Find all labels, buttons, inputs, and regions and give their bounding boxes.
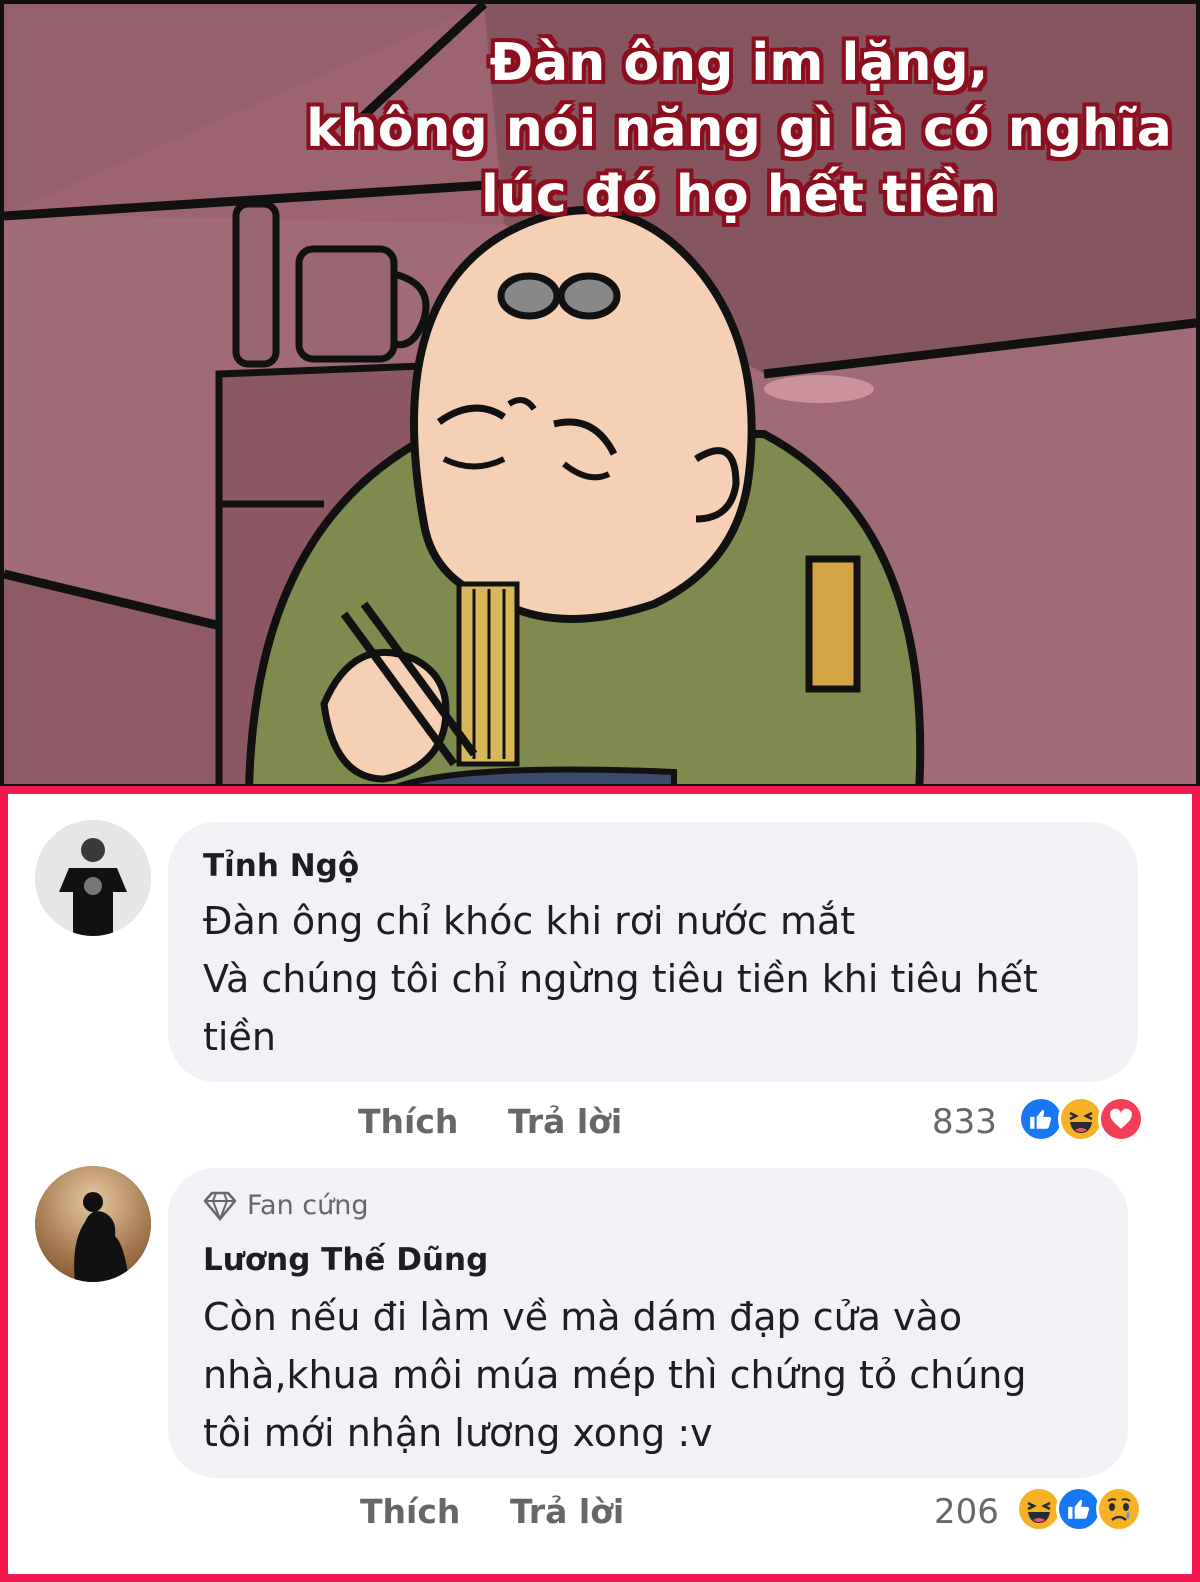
reply-button[interactable]: Trả lời bbox=[508, 1102, 622, 1141]
caption-line: không nói năng gì là có nghĩa bbox=[306, 99, 1172, 159]
caption-line: lúc đó họ hết tiền bbox=[481, 165, 997, 225]
top-fan-badge: Fan cứng bbox=[203, 1190, 369, 1221]
avatar[interactable] bbox=[35, 1166, 151, 1282]
badge-label: Fan cứng bbox=[247, 1190, 369, 1221]
comment-line: Đàn ông chỉ khóc khi rơi nước mắt bbox=[203, 899, 856, 943]
meme-caption: Đàn ông im lặng, không nói năng gì là có… bbox=[294, 30, 1184, 228]
love-icon bbox=[1098, 1096, 1144, 1142]
comments-section: Tỉnh Ngộ Đàn ông chỉ khóc khi rơi nước m… bbox=[0, 786, 1200, 1582]
meme-image: Đàn ông im lặng, không nói năng gì là có… bbox=[0, 0, 1200, 788]
reaction-summary[interactable] bbox=[1016, 1486, 1142, 1532]
reaction-count[interactable]: 206 bbox=[934, 1492, 999, 1532]
comment-author[interactable]: Lương Thế Dũng bbox=[203, 1242, 488, 1278]
caption-line: Đàn ông im lặng, bbox=[489, 33, 989, 93]
comment-line: tôi mới nhận lương xong :v bbox=[203, 1411, 713, 1455]
comment-line: tiền bbox=[203, 1015, 276, 1059]
comment-author[interactable]: Tỉnh Ngộ bbox=[203, 848, 359, 884]
diamond-icon bbox=[203, 1191, 237, 1221]
comment-text: Còn nếu đi làm về mà dám đạp cửa vào nhà… bbox=[203, 1288, 1027, 1462]
reply-button[interactable]: Trả lời bbox=[510, 1492, 624, 1531]
comment-line: Và chúng tôi chỉ ngừng tiêu tiền khi tiê… bbox=[203, 957, 1038, 1001]
avatar[interactable] bbox=[35, 820, 151, 936]
person-avatar-icon bbox=[35, 820, 151, 936]
sad-icon bbox=[1096, 1486, 1142, 1532]
like-button[interactable]: Thích bbox=[360, 1492, 460, 1531]
comment-line: Còn nếu đi làm về mà dám đạp cửa vào bbox=[203, 1295, 963, 1339]
reaction-count[interactable]: 833 bbox=[932, 1102, 997, 1142]
comment-text: Đàn ông chỉ khóc khi rơi nước mắt Và chú… bbox=[203, 892, 1038, 1066]
like-button[interactable]: Thích bbox=[358, 1102, 458, 1141]
silhouette-avatar-icon bbox=[35, 1166, 151, 1282]
reaction-summary[interactable] bbox=[1018, 1096, 1144, 1142]
comment-line: nhà,khua môi múa mép thì chứng tỏ chúng bbox=[203, 1353, 1027, 1397]
